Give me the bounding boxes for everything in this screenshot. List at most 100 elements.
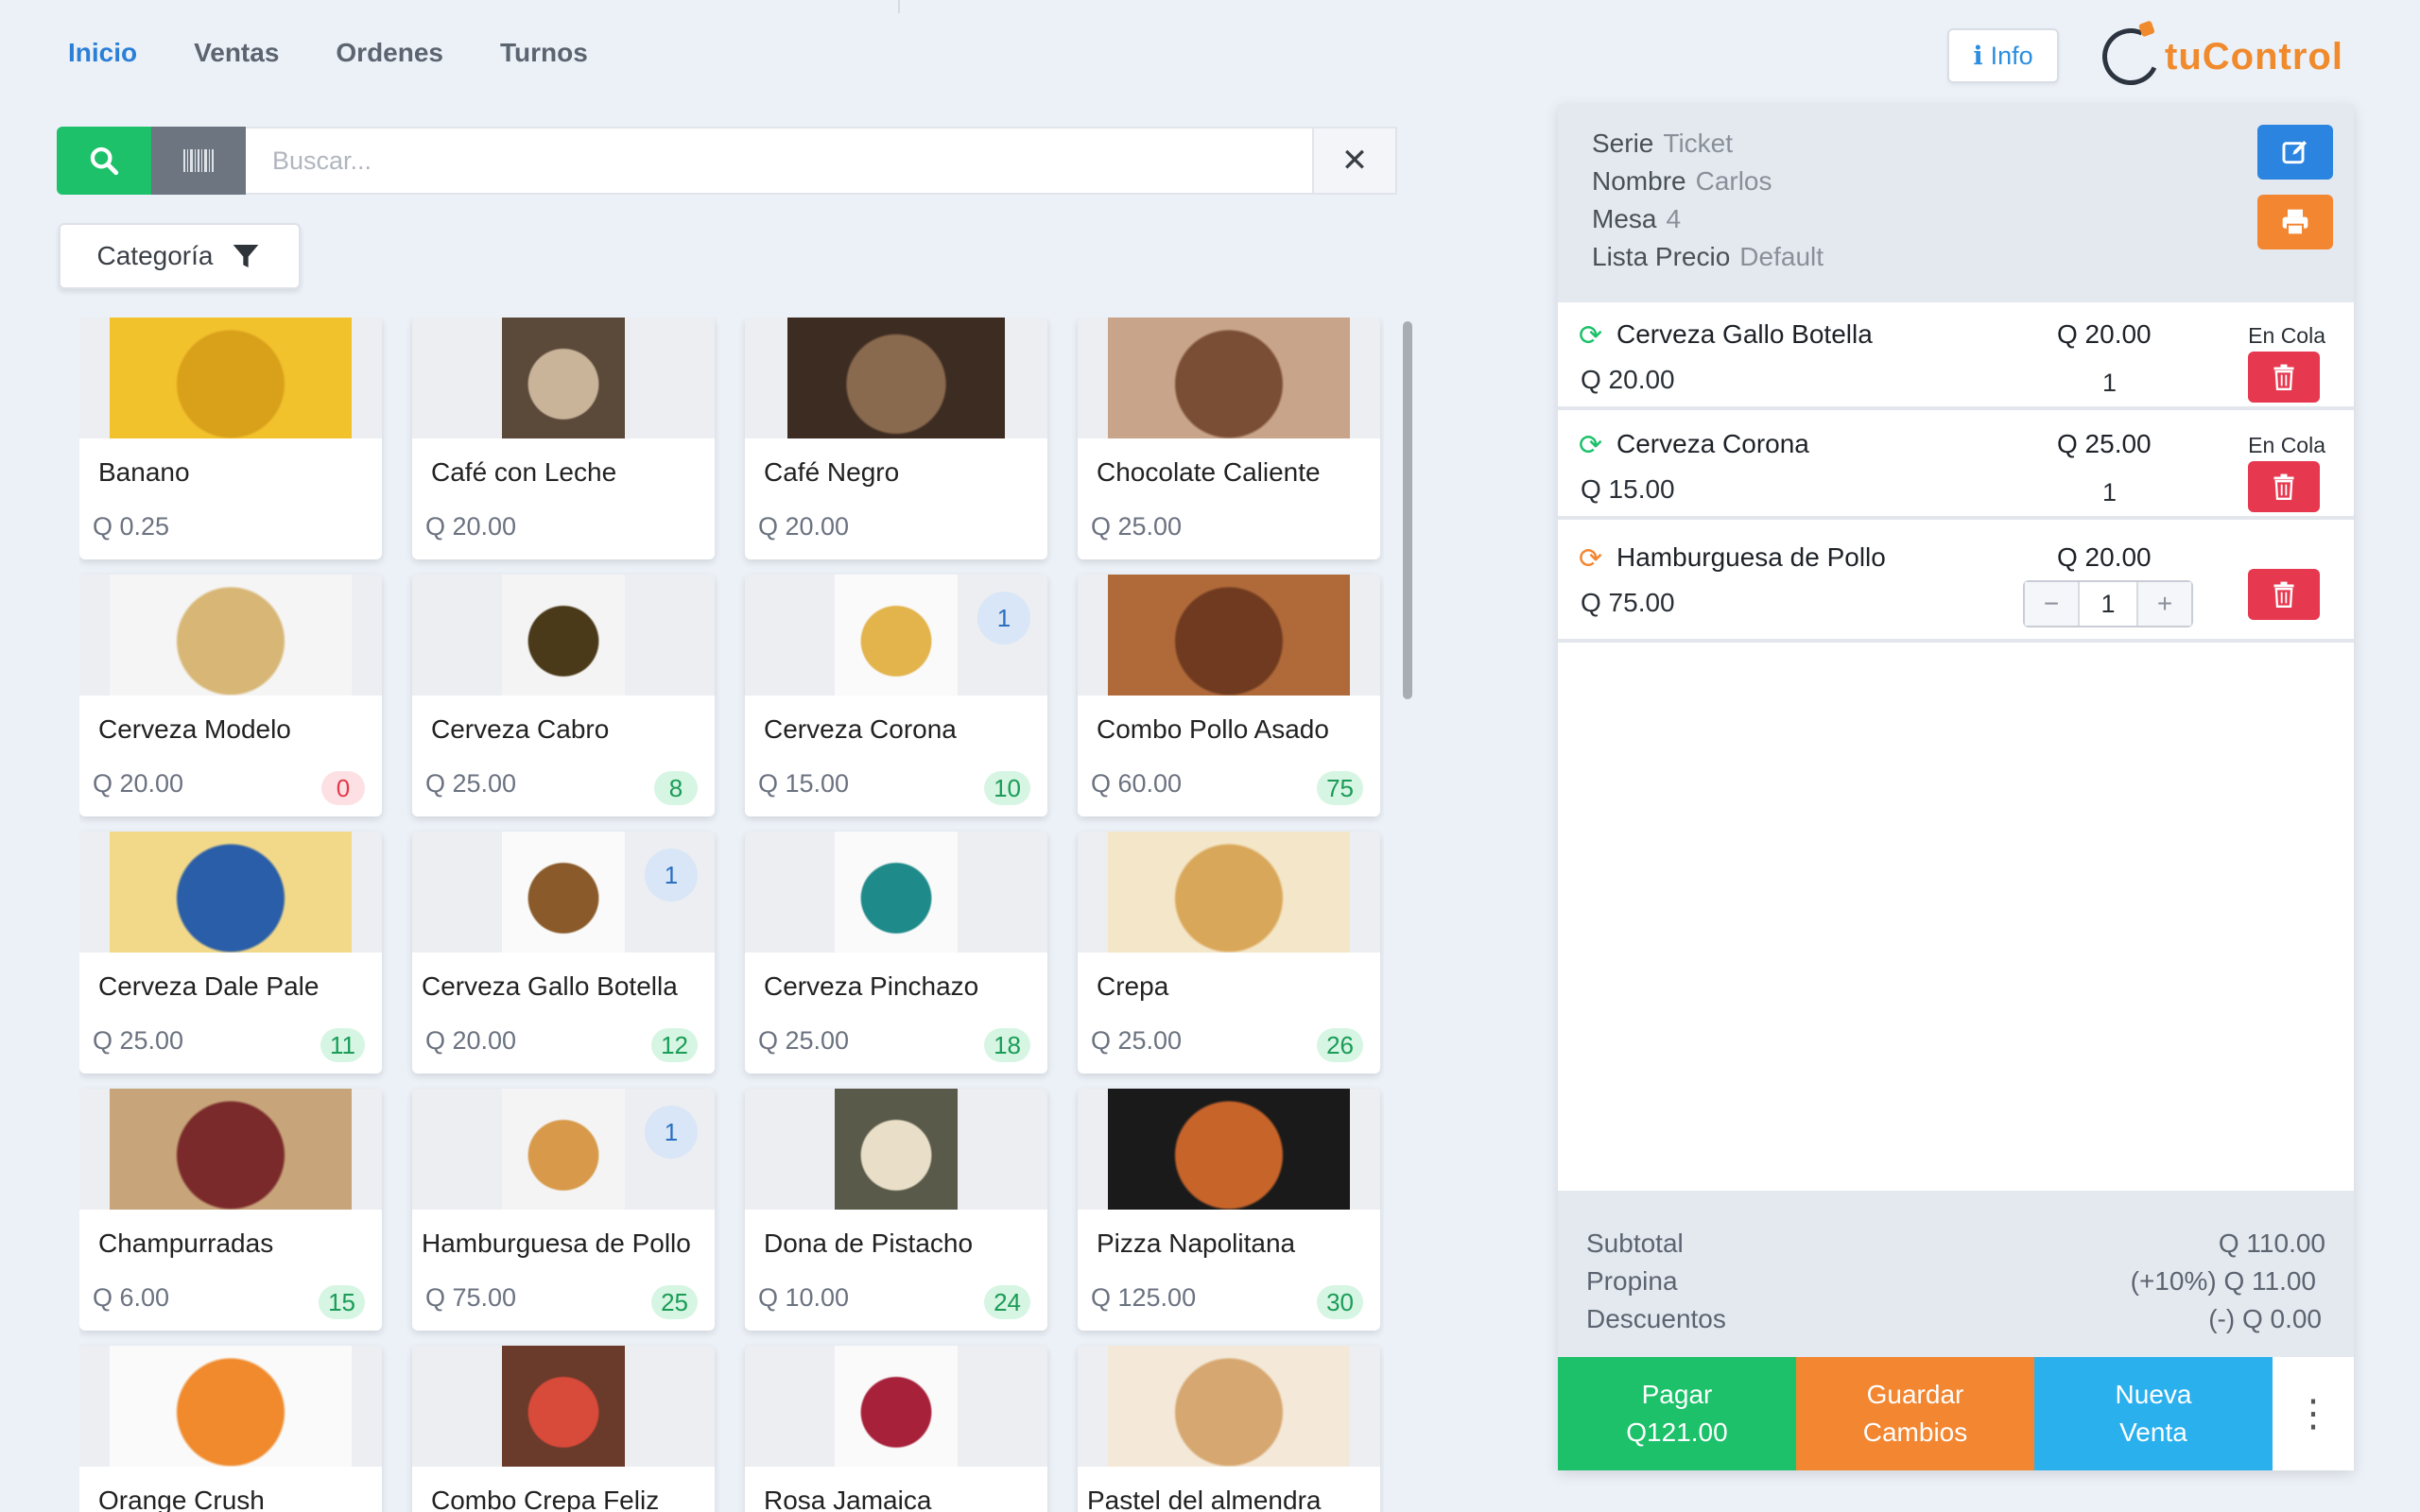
order-item-subtotal: Q 15.00 <box>1581 474 1675 504</box>
quantity-value[interactable]: 1 <box>2078 582 2138 626</box>
product-card[interactable]: Crepa Q 25.00 26 <box>1078 832 1380 1074</box>
new-sale-button[interactable]: Nueva Venta <box>2034 1357 2273 1470</box>
decrement-button[interactable]: − <box>2025 582 2078 626</box>
meta-value: 4 <box>1666 204 1682 233</box>
category-filter-button[interactable]: Categoría <box>59 223 301 289</box>
delete-item-button[interactable] <box>2248 569 2320 620</box>
order-item[interactable]: ⟳ Cerveza Gallo Botella Q 20.00 En Cola … <box>1558 302 2354 410</box>
product-image <box>745 1089 1047 1210</box>
more-options-button[interactable]: ⋮ <box>2273 1357 2354 1470</box>
product-card[interactable]: Dona de Pistacho Q 10.00 24 <box>745 1089 1047 1331</box>
meta-row-nombre: Nombre Carlos <box>1592 163 1824 200</box>
stock-badge: 11 <box>320 1028 365 1062</box>
product-image <box>79 1346 382 1467</box>
new-line1: Nueva <box>2115 1380 2192 1409</box>
info-icon: i <box>1973 41 1983 71</box>
product-grid: Banano Q 0.25 Café con Leche Q 20.00 Café Ne… <box>79 318 1384 1512</box>
product-photo <box>1108 832 1350 953</box>
product-card[interactable]: Pastel del almendra <box>1078 1346 1380 1512</box>
product-image <box>79 575 382 696</box>
product-photo <box>1108 575 1350 696</box>
product-photo <box>110 318 352 438</box>
kebab-menu-icon: ⋮ <box>2294 1393 2332 1435</box>
info-label: Info <box>1990 41 2033 70</box>
product-card[interactable]: Cerveza Pinchazo Q 25.00 18 <box>745 832 1047 1074</box>
product-photo <box>835 1346 958 1467</box>
stock-badge: 15 <box>319 1285 365 1319</box>
delete-item-button[interactable] <box>2248 461 2320 512</box>
order-item-subtotal: Q 20.00 <box>1581 365 1675 394</box>
product-price: Q 6.00 <box>93 1283 170 1312</box>
meta-value: Default <box>1739 242 1824 271</box>
search-bar: ✕ <box>57 127 1397 195</box>
product-price: Q 20.00 <box>758 512 850 541</box>
product-price: Q 125.00 <box>1091 1283 1197 1312</box>
product-name: Cerveza Cabro <box>431 714 610 744</box>
product-card[interactable]: Chocolate Caliente Q 25.00 <box>1078 318 1380 559</box>
product-photo <box>835 575 958 696</box>
tip-value: (+10%) Q 11.00 <box>2130 1266 2316 1296</box>
product-card[interactable]: Champurradas Q 6.00 15 <box>79 1089 382 1331</box>
stock-badge: 26 <box>1317 1028 1363 1062</box>
order-item[interactable]: ⟳ Cerveza Corona Q 25.00 En Cola Q 15.00… <box>1558 412 2354 520</box>
product-card[interactable]: Banano Q 0.25 <box>79 318 382 559</box>
product-photo <box>110 1346 352 1467</box>
nav-ventas[interactable]: Ventas <box>165 34 307 72</box>
product-card[interactable]: Combo Pollo Asado Q 60.00 75 <box>1078 575 1380 816</box>
product-name: Cerveza Pinchazo <box>764 971 979 1001</box>
product-card[interactable]: Café Negro Q 20.00 <box>745 318 1047 559</box>
grid-scrollbar[interactable] <box>1403 321 1412 699</box>
save-changes-button[interactable]: Guardar Cambios <box>1796 1357 2034 1470</box>
order-header: Serie Ticket Nombre Carlos Mesa 4 Lista Pre… <box>1558 104 2354 302</box>
order-meta: Serie Ticket Nombre Carlos Mesa 4 Lista Pre… <box>1592 125 1824 276</box>
trash-icon <box>2273 581 2294 608</box>
product-price: Q 10.00 <box>758 1283 850 1312</box>
product-card[interactable]: Cerveza Gallo Botella Q 20.00 12 1 <box>412 832 715 1074</box>
product-card[interactable]: Rosa Jamaica <box>745 1346 1047 1512</box>
product-name: Combo Crepa Feliz <box>431 1486 660 1512</box>
barcode-button[interactable] <box>151 127 246 195</box>
meta-key: Lista Precio <box>1592 242 1731 271</box>
stock-badge: 30 <box>1317 1285 1363 1319</box>
product-image <box>412 1346 715 1467</box>
order-actions: Pagar Q121.00 Guardar Cambios Nueva Venta ⋮ <box>1558 1357 2354 1470</box>
order-item-qty: 1 <box>2102 369 2118 397</box>
product-card[interactable]: Pizza Napolitana Q 125.00 30 <box>1078 1089 1380 1331</box>
search-input[interactable] <box>246 127 1314 195</box>
order-item[interactable]: ⟳ Hamburguesa de Pollo Q 20.00 Q 75.00 −… <box>1558 525 2354 643</box>
delete-item-button[interactable] <box>2248 352 2320 403</box>
pay-label: Pagar <box>1641 1380 1713 1409</box>
product-image <box>79 318 382 438</box>
order-item-subtotal: Q 75.00 <box>1581 588 1675 617</box>
nav-inicio[interactable]: Inicio <box>38 34 165 72</box>
new-line2: Venta <box>2119 1418 2187 1447</box>
stock-badge: 24 <box>984 1285 1030 1319</box>
search-button[interactable] <box>57 127 151 195</box>
print-button[interactable] <box>2257 195 2333 249</box>
product-photo <box>110 575 352 696</box>
edit-order-button[interactable] <box>2257 125 2333 180</box>
product-card[interactable]: Combo Crepa Feliz <box>412 1346 715 1512</box>
product-card[interactable]: Cerveza Corona Q 15.00 10 1 <box>745 575 1047 816</box>
product-price: Q 75.00 <box>425 1283 517 1312</box>
stock-badge: 75 <box>1317 771 1363 805</box>
product-photo <box>835 1089 958 1210</box>
nav-turnos[interactable]: Turnos <box>472 34 616 72</box>
increment-button[interactable]: + <box>2138 582 2191 626</box>
product-card[interactable]: Hamburguesa de Pollo Q 75.00 25 1 <box>412 1089 715 1331</box>
product-name: Cerveza Dale Pale <box>98 971 320 1001</box>
nav-ordenes[interactable]: Ordenes <box>307 34 472 72</box>
in-cart-badge: 1 <box>645 849 698 902</box>
search-icon <box>90 146 119 176</box>
product-card[interactable]: Cerveza Cabro Q 25.00 8 <box>412 575 715 816</box>
pay-button[interactable]: Pagar Q121.00 <box>1558 1357 1796 1470</box>
product-image <box>1078 318 1380 438</box>
product-photo <box>502 832 625 953</box>
filter-icon <box>233 245 259 267</box>
product-card[interactable]: Orange Crush <box>79 1346 382 1512</box>
product-card[interactable]: Cerveza Modelo Q 20.00 0 <box>79 575 382 816</box>
product-card[interactable]: Cerveza Dale Pale Q 25.00 11 <box>79 832 382 1074</box>
product-card[interactable]: Café con Leche Q 20.00 <box>412 318 715 559</box>
info-button[interactable]: i Info <box>1947 28 2059 83</box>
clear-search-button[interactable]: ✕ <box>1314 127 1397 195</box>
